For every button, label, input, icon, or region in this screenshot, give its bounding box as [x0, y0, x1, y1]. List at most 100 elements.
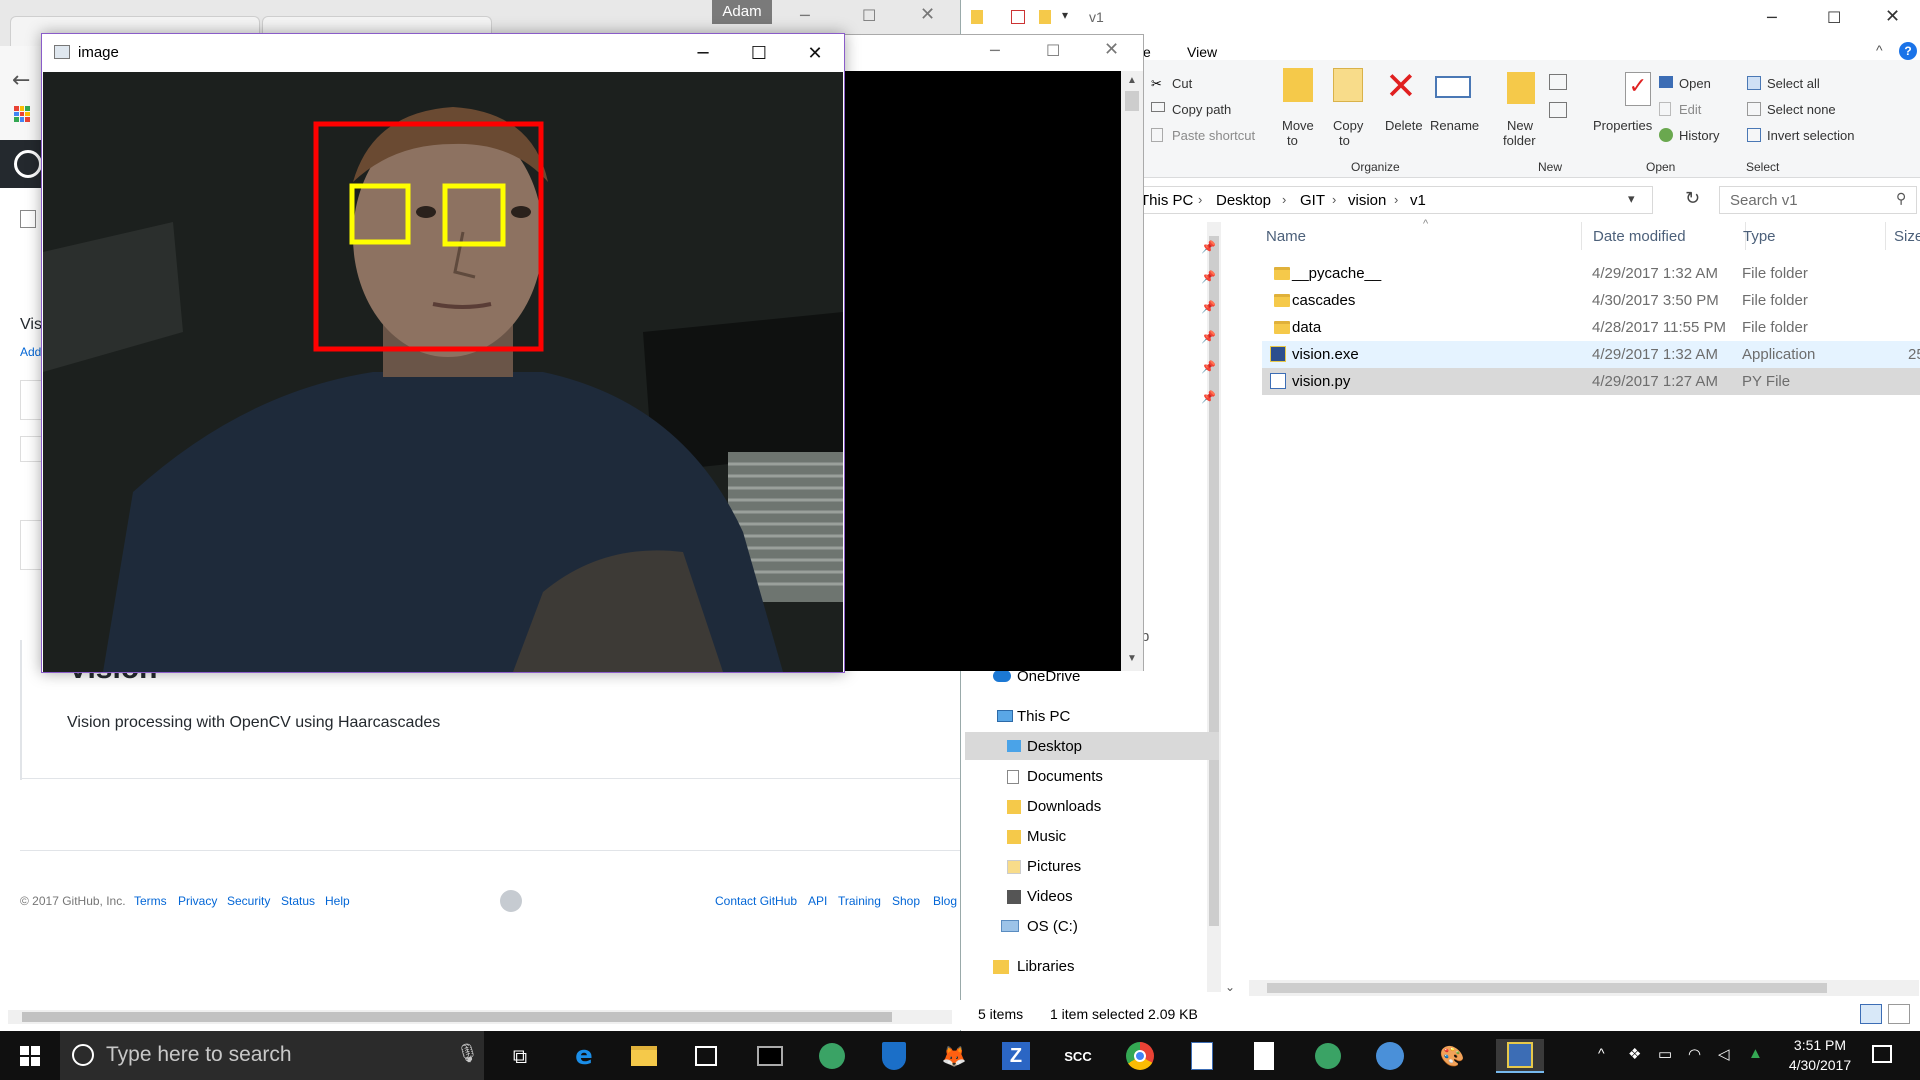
easy-access-icon[interactable]	[1549, 102, 1567, 118]
details-view-icon[interactable]	[1860, 1004, 1882, 1024]
battery-icon[interactable]: ▭	[1658, 1045, 1672, 1063]
table-row[interactable]: cascades 4/30/2017 3:50 PM File folder	[1262, 287, 1920, 314]
footer-link-terms[interactable]: Terms	[134, 894, 167, 908]
apps-grid-icon[interactable]	[14, 106, 30, 122]
edit-button[interactable]: Edit	[1679, 102, 1701, 117]
history-button[interactable]: History	[1679, 128, 1719, 143]
scrollbar-thumb[interactable]	[1267, 983, 1827, 993]
breadcrumb-desktop[interactable]: Desktop	[1216, 192, 1271, 209]
nav-pictures[interactable]: Pictures	[1027, 858, 1081, 875]
nav-videos[interactable]: Videos	[1027, 888, 1073, 905]
partial-add-link[interactable]: Add	[20, 345, 41, 359]
scc-app-icon[interactable]: SCC	[1060, 1039, 1096, 1073]
menu-tab-view[interactable]: View	[1187, 44, 1217, 60]
close-icon[interactable]: ✕	[792, 36, 838, 70]
close-icon[interactable]: ✕	[1885, 6, 1900, 27]
github-footer-logo-icon[interactable]	[500, 890, 522, 912]
breadcrumb-v1[interactable]: v1	[1410, 192, 1426, 209]
search-icon[interactable]: ⚲	[1896, 191, 1906, 207]
column-size[interactable]: Size	[1894, 228, 1920, 245]
open-button[interactable]: Open	[1679, 76, 1711, 91]
breadcrumb-git[interactable]: GIT	[1300, 192, 1325, 209]
breadcrumb-vision[interactable]: vision	[1348, 192, 1386, 209]
edge-browser-icon[interactable]: e	[566, 1039, 602, 1073]
gimp-icon[interactable]: 🦊	[936, 1039, 972, 1073]
new-folder-label-2[interactable]: folder	[1503, 133, 1536, 148]
invert-selection-button[interactable]: Invert selection	[1767, 128, 1854, 143]
taskbar-search-box[interactable]: Type here to search 🎙	[60, 1031, 484, 1080]
paste-shortcut-button[interactable]: Paste shortcut	[1172, 128, 1255, 143]
table-row[interactable]: vision.py 4/29/2017 1:27 AM PY File	[1262, 368, 1920, 395]
table-row[interactable]: data 4/28/2017 11:55 PM File folder	[1262, 314, 1920, 341]
file-list-hscrollbar[interactable]	[1249, 980, 1919, 996]
scrollbar-thumb[interactable]	[1125, 91, 1139, 111]
microphone-icon[interactable]: 🎙	[456, 1043, 479, 1064]
terminal-icon[interactable]	[752, 1039, 788, 1073]
atom-editor-icon[interactable]	[814, 1039, 850, 1073]
select-none-button[interactable]: Select none	[1767, 102, 1836, 117]
properties-button[interactable]: Properties	[1593, 118, 1652, 133]
scroll-up-icon[interactable]: ▲	[1127, 75, 1137, 86]
scrollbar-thumb[interactable]	[22, 1012, 892, 1022]
rename-button[interactable]: Rename	[1430, 118, 1479, 133]
security-shield-icon[interactable]	[876, 1039, 912, 1073]
copy-to-label-2[interactable]: to	[1339, 133, 1350, 148]
action-center-icon[interactable]	[1872, 1045, 1892, 1063]
blank-document-icon[interactable]	[1246, 1039, 1282, 1073]
back-arrow-icon[interactable]: ←	[12, 68, 30, 93]
close-icon[interactable]: ✕	[1104, 39, 1119, 60]
nav-music[interactable]: Music	[1027, 828, 1066, 845]
footer-link-blog[interactable]: Blog	[933, 894, 957, 908]
chevron-down-icon[interactable]: ▾	[1062, 8, 1068, 22]
nav-documents[interactable]: Documents	[1027, 768, 1103, 785]
nav-downloads[interactable]: Downloads	[1027, 798, 1101, 815]
task-view-icon[interactable]: ⧉	[502, 1039, 538, 1073]
scroll-down-icon[interactable]: ▼	[1127, 653, 1137, 664]
chrome-icon[interactable]	[1122, 1039, 1158, 1073]
github-logo-icon[interactable]	[14, 150, 42, 178]
footer-link-shop[interactable]: Shop	[892, 894, 920, 908]
help-icon[interactable]: ?	[1899, 42, 1917, 60]
network-app-icon[interactable]	[1372, 1039, 1408, 1073]
large-icons-view-icon[interactable]	[1888, 1004, 1910, 1024]
column-name[interactable]: Name	[1266, 228, 1306, 245]
python-app-icon[interactable]	[1496, 1039, 1544, 1073]
nav-this-pc[interactable]: This PC	[1017, 708, 1070, 725]
document-app-icon[interactable]	[1184, 1039, 1220, 1073]
address-bar[interactable]: This PC › Desktop › GIT › vision › v1 ▾	[1137, 186, 1653, 214]
select-all-button[interactable]: Select all	[1767, 76, 1820, 91]
footer-link-security[interactable]: Security	[227, 894, 270, 908]
refresh-icon[interactable]: ↻	[1685, 188, 1700, 209]
nav-desktop[interactable]: Desktop	[1027, 738, 1082, 755]
store-icon[interactable]	[688, 1039, 724, 1073]
footer-link-help[interactable]: Help	[325, 894, 350, 908]
column-type[interactable]: Type	[1743, 228, 1776, 245]
z-app-icon[interactable]: Z	[998, 1039, 1034, 1073]
copy-to-label[interactable]: Copy	[1333, 118, 1363, 133]
search-input[interactable]: Search v1 ⚲	[1719, 186, 1917, 214]
paint-icon[interactable]: 🎨	[1434, 1039, 1470, 1073]
breadcrumb-this-pc[interactable]: This PC	[1140, 192, 1193, 209]
google-drive-icon[interactable]: ▲	[1748, 1045, 1763, 1062]
copy-path-button[interactable]: Copy path	[1172, 102, 1231, 117]
menu-tab-partial[interactable]: e	[1143, 44, 1151, 60]
footer-link-training[interactable]: Training	[838, 894, 881, 908]
wifi-icon[interactable]: ◠	[1688, 1045, 1701, 1063]
nav-libraries[interactable]: Libraries	[1017, 958, 1075, 975]
dropbox-icon[interactable]: ❖	[1628, 1045, 1641, 1063]
minimize-icon[interactable]: ─	[1767, 8, 1777, 27]
new-folder-quick-icon[interactable]	[1039, 10, 1051, 24]
clock-time[interactable]: 3:51 PM	[1780, 1037, 1860, 1053]
collapse-ribbon-icon[interactable]: ^	[1876, 42, 1883, 58]
delete-button[interactable]: Delete	[1385, 118, 1423, 133]
maximize-icon[interactable]: ☐	[1046, 41, 1060, 60]
maximize-icon[interactable]: ☐	[736, 36, 782, 70]
volume-icon[interactable]: ◁	[1718, 1045, 1730, 1063]
footer-link-privacy[interactable]: Privacy	[178, 894, 217, 908]
properties-check-icon[interactable]	[1011, 10, 1025, 24]
footer-link-status[interactable]: Status	[281, 894, 315, 908]
cut-button[interactable]: Cut	[1172, 76, 1192, 91]
windows-start-icon[interactable]	[12, 1039, 48, 1073]
scroll-down-icon[interactable]: ⌄	[1225, 980, 1235, 994]
maximize-icon[interactable]: ☐	[862, 6, 876, 25]
